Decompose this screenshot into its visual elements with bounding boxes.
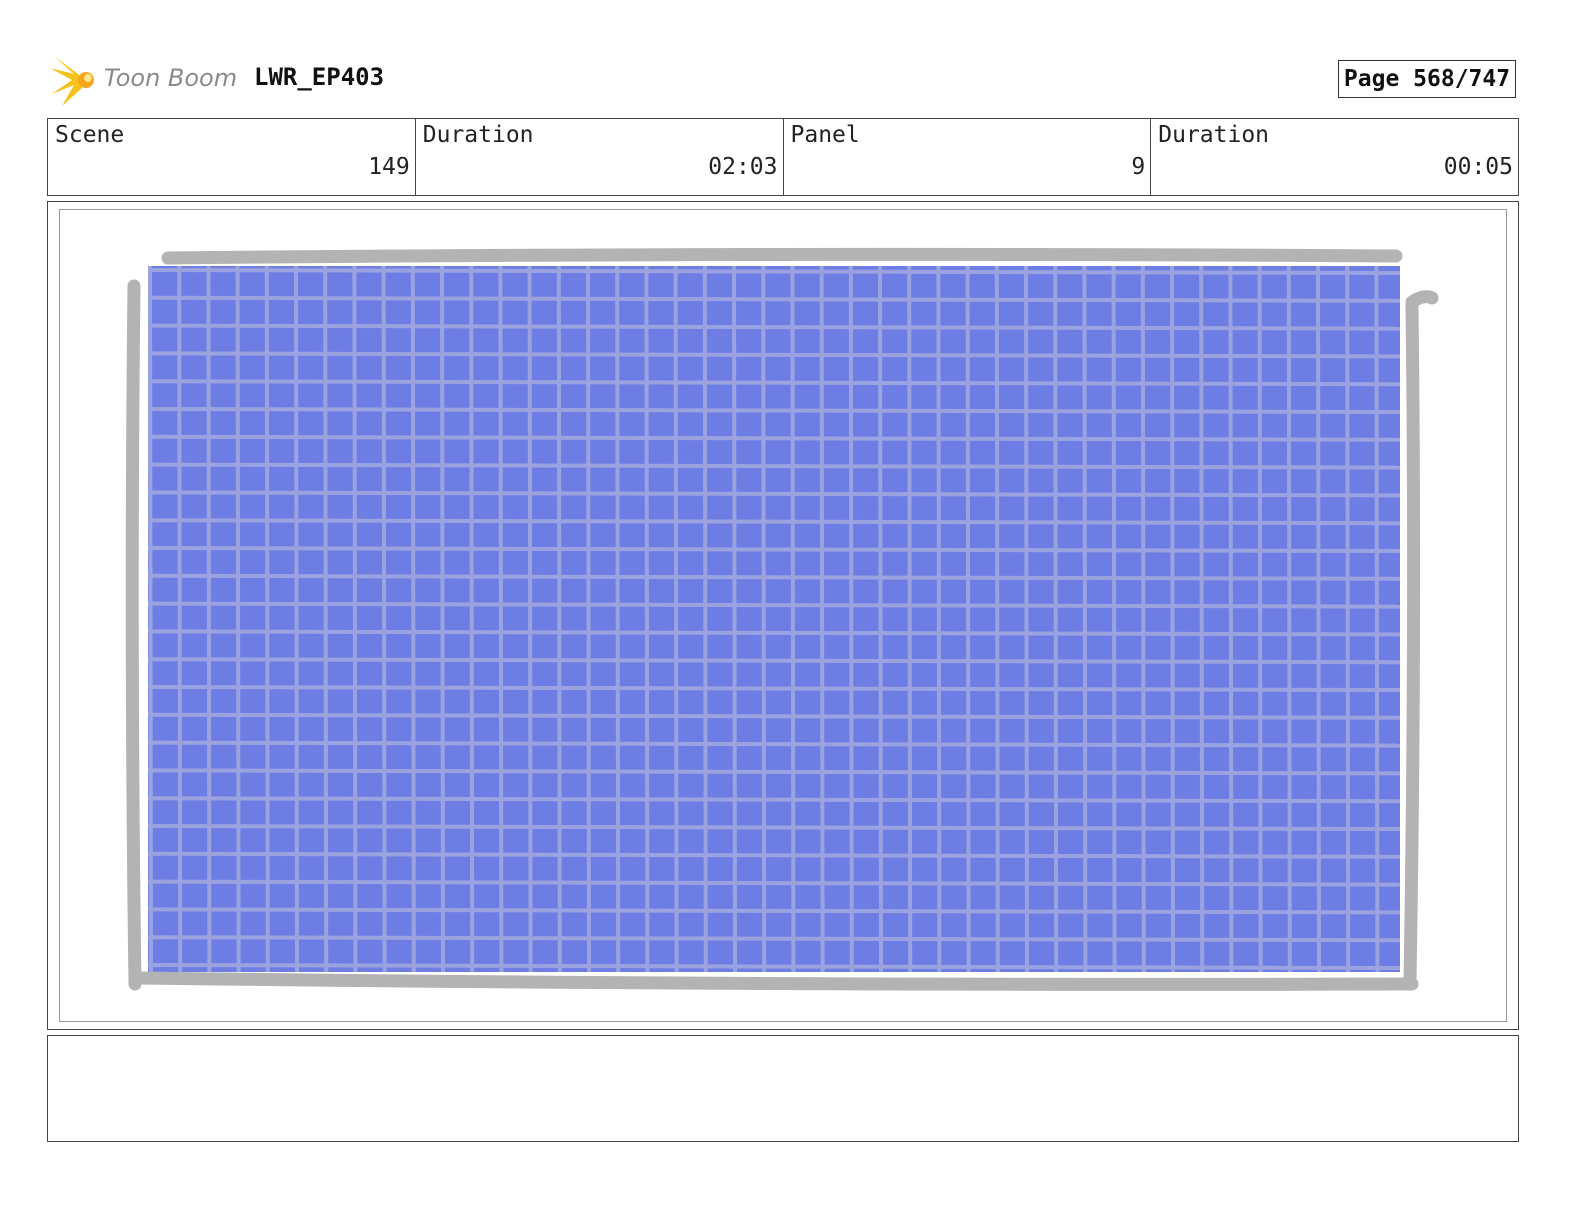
- grid-line-vertical: [1374, 265, 1380, 973]
- grid-line-vertical: [1024, 265, 1029, 973]
- frame-stroke-bottom: [131, 971, 1419, 991]
- project-title: LWR_EP403: [254, 63, 385, 91]
- starburst-icon: [50, 56, 94, 106]
- grid-line-vertical: [673, 265, 679, 973]
- grid-line-vertical: [848, 265, 854, 973]
- grid-line-vertical: [440, 265, 445, 973]
- toon-boom-logo: Toon Boom: [50, 54, 240, 106]
- grid-line-vertical: [1345, 265, 1351, 973]
- scene-cell: Scene 149: [48, 119, 416, 195]
- scene-label: Scene: [55, 122, 125, 148]
- grid-line-vertical: [323, 265, 329, 973]
- panel-duration-cell: Duration 00:05: [1151, 119, 1518, 195]
- grid-line-vertical: [878, 265, 883, 973]
- page-label: Page: [1343, 66, 1400, 92]
- grid-line-vertical: [907, 265, 913, 973]
- grid-line-vertical: [615, 265, 621, 973]
- grid-line-vertical: [264, 265, 270, 973]
- info-table: Scene 149 Duration 02:03 Panel 9 Duratio…: [47, 118, 1519, 196]
- grid-line-vertical: [644, 265, 650, 973]
- page-value: 568/747: [1413, 66, 1511, 92]
- grid-line-vertical: [1257, 265, 1263, 973]
- grid-line-vertical: [994, 265, 1000, 973]
- grid-line-vertical: [148, 265, 153, 973]
- panel-cell: Panel 9: [784, 119, 1152, 195]
- grid-line-vertical: [177, 265, 183, 973]
- grid-line-vertical: [235, 265, 241, 973]
- panel-drawing: [125, 247, 1439, 991]
- grid-line-vertical: [702, 265, 708, 973]
- grid-line-vertical: [206, 265, 212, 973]
- grid-line-vertical: [1111, 265, 1117, 973]
- grid-line-vertical: [294, 265, 299, 973]
- panel-duration-label: Duration: [1158, 122, 1270, 148]
- scene-duration-value: 02:03: [708, 154, 778, 180]
- frame-stroke-hook: [1405, 290, 1439, 309]
- logo-text: Toon Boom: [104, 64, 238, 92]
- blue-grid-panel: [147, 265, 1401, 973]
- blue-grid-fill: [148, 266, 1400, 972]
- grid-line-vertical: [1140, 265, 1146, 973]
- grid-line-vertical: [352, 265, 358, 973]
- grid-line-vertical: [761, 265, 767, 973]
- page-indicator: Page 568/747: [1338, 60, 1516, 98]
- panel-image-area: [59, 209, 1507, 1022]
- grid-line-vertical: [1316, 265, 1321, 973]
- grid-line-vertical: [965, 265, 971, 973]
- scene-duration-label: Duration: [422, 122, 534, 148]
- grid-line-vertical: [790, 265, 796, 973]
- grid-line-vertical: [1082, 265, 1088, 973]
- panel-duration-value: 00:05: [1443, 154, 1513, 180]
- grid-line-vertical: [1286, 265, 1292, 973]
- scene-value: 149: [368, 154, 410, 180]
- frame-stroke-left: [125, 279, 142, 991]
- notes-box: [47, 1035, 1519, 1142]
- grid-line-vertical: [819, 265, 825, 973]
- grid-line-vertical: [498, 265, 504, 973]
- grid-line-vertical: [1053, 265, 1059, 973]
- grid-line-vertical: [527, 265, 533, 973]
- grid-line-vertical: [732, 265, 737, 973]
- grid-line-vertical: [381, 265, 387, 973]
- frame-stroke-right: [1403, 299, 1421, 987]
- grid-line-vertical: [556, 265, 562, 973]
- frame-stroke-top: [161, 247, 1403, 265]
- scene-duration-cell: Duration 02:03: [416, 119, 784, 195]
- grid-line-vertical: [936, 265, 942, 973]
- grid-line-vertical: [1170, 265, 1175, 973]
- storyboard-panel: [47, 201, 1519, 1030]
- panel-value: 9: [1131, 154, 1146, 180]
- grid-line-vertical: [410, 265, 416, 973]
- grid-line-vertical: [1199, 265, 1205, 973]
- grid-line-vertical: [469, 265, 475, 973]
- grid-line-vertical: [586, 265, 591, 973]
- grid-line-vertical: [1228, 265, 1234, 973]
- panel-label: Panel: [790, 122, 860, 148]
